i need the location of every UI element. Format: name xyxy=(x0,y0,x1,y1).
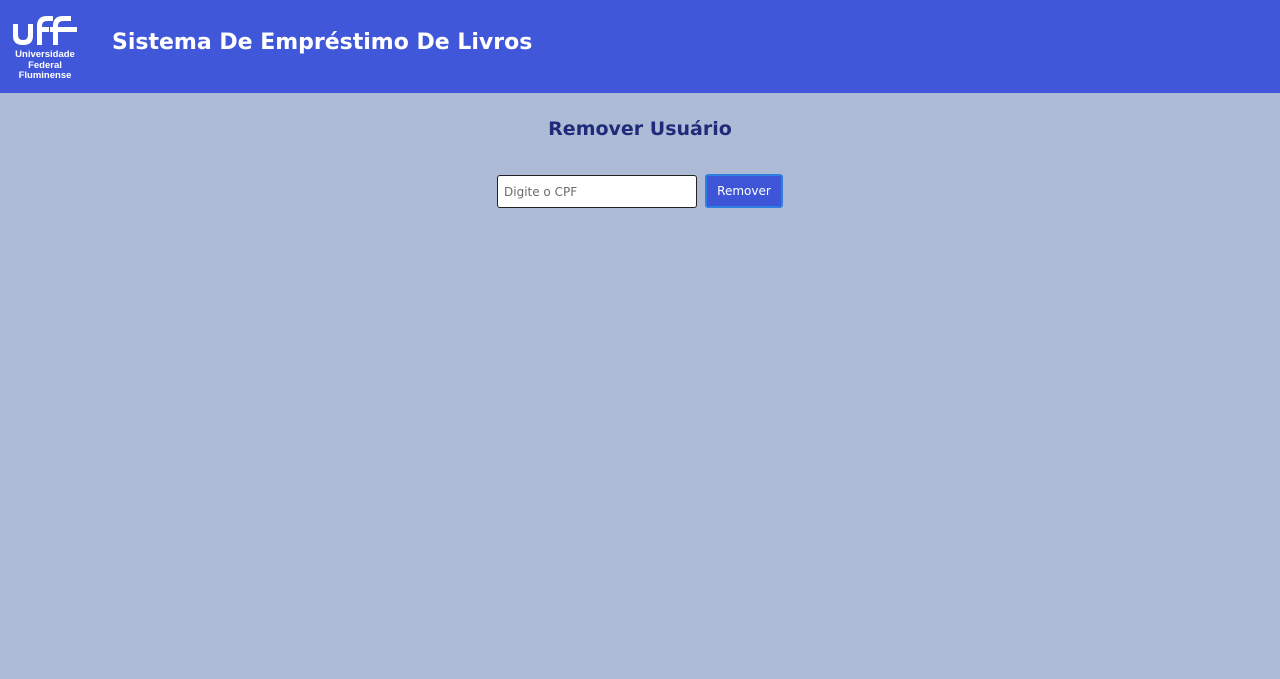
logo-line-1: Universidade xyxy=(15,49,75,60)
uff-logo-icon xyxy=(13,16,77,45)
page-title: Remover Usuário xyxy=(548,118,732,140)
header-bar: Universidade Federal Fluminense Sistema … xyxy=(0,0,1280,93)
cpf-input[interactable] xyxy=(497,175,697,208)
uff-logo: Universidade Federal Fluminense xyxy=(11,12,79,84)
remove-button[interactable]: Remover xyxy=(705,174,783,208)
logo-line-3: Fluminense xyxy=(18,70,72,81)
app-title: Sistema De Empréstimo De Livros xyxy=(112,30,533,55)
uff-logo-text: Universidade Federal Fluminense xyxy=(11,49,79,82)
